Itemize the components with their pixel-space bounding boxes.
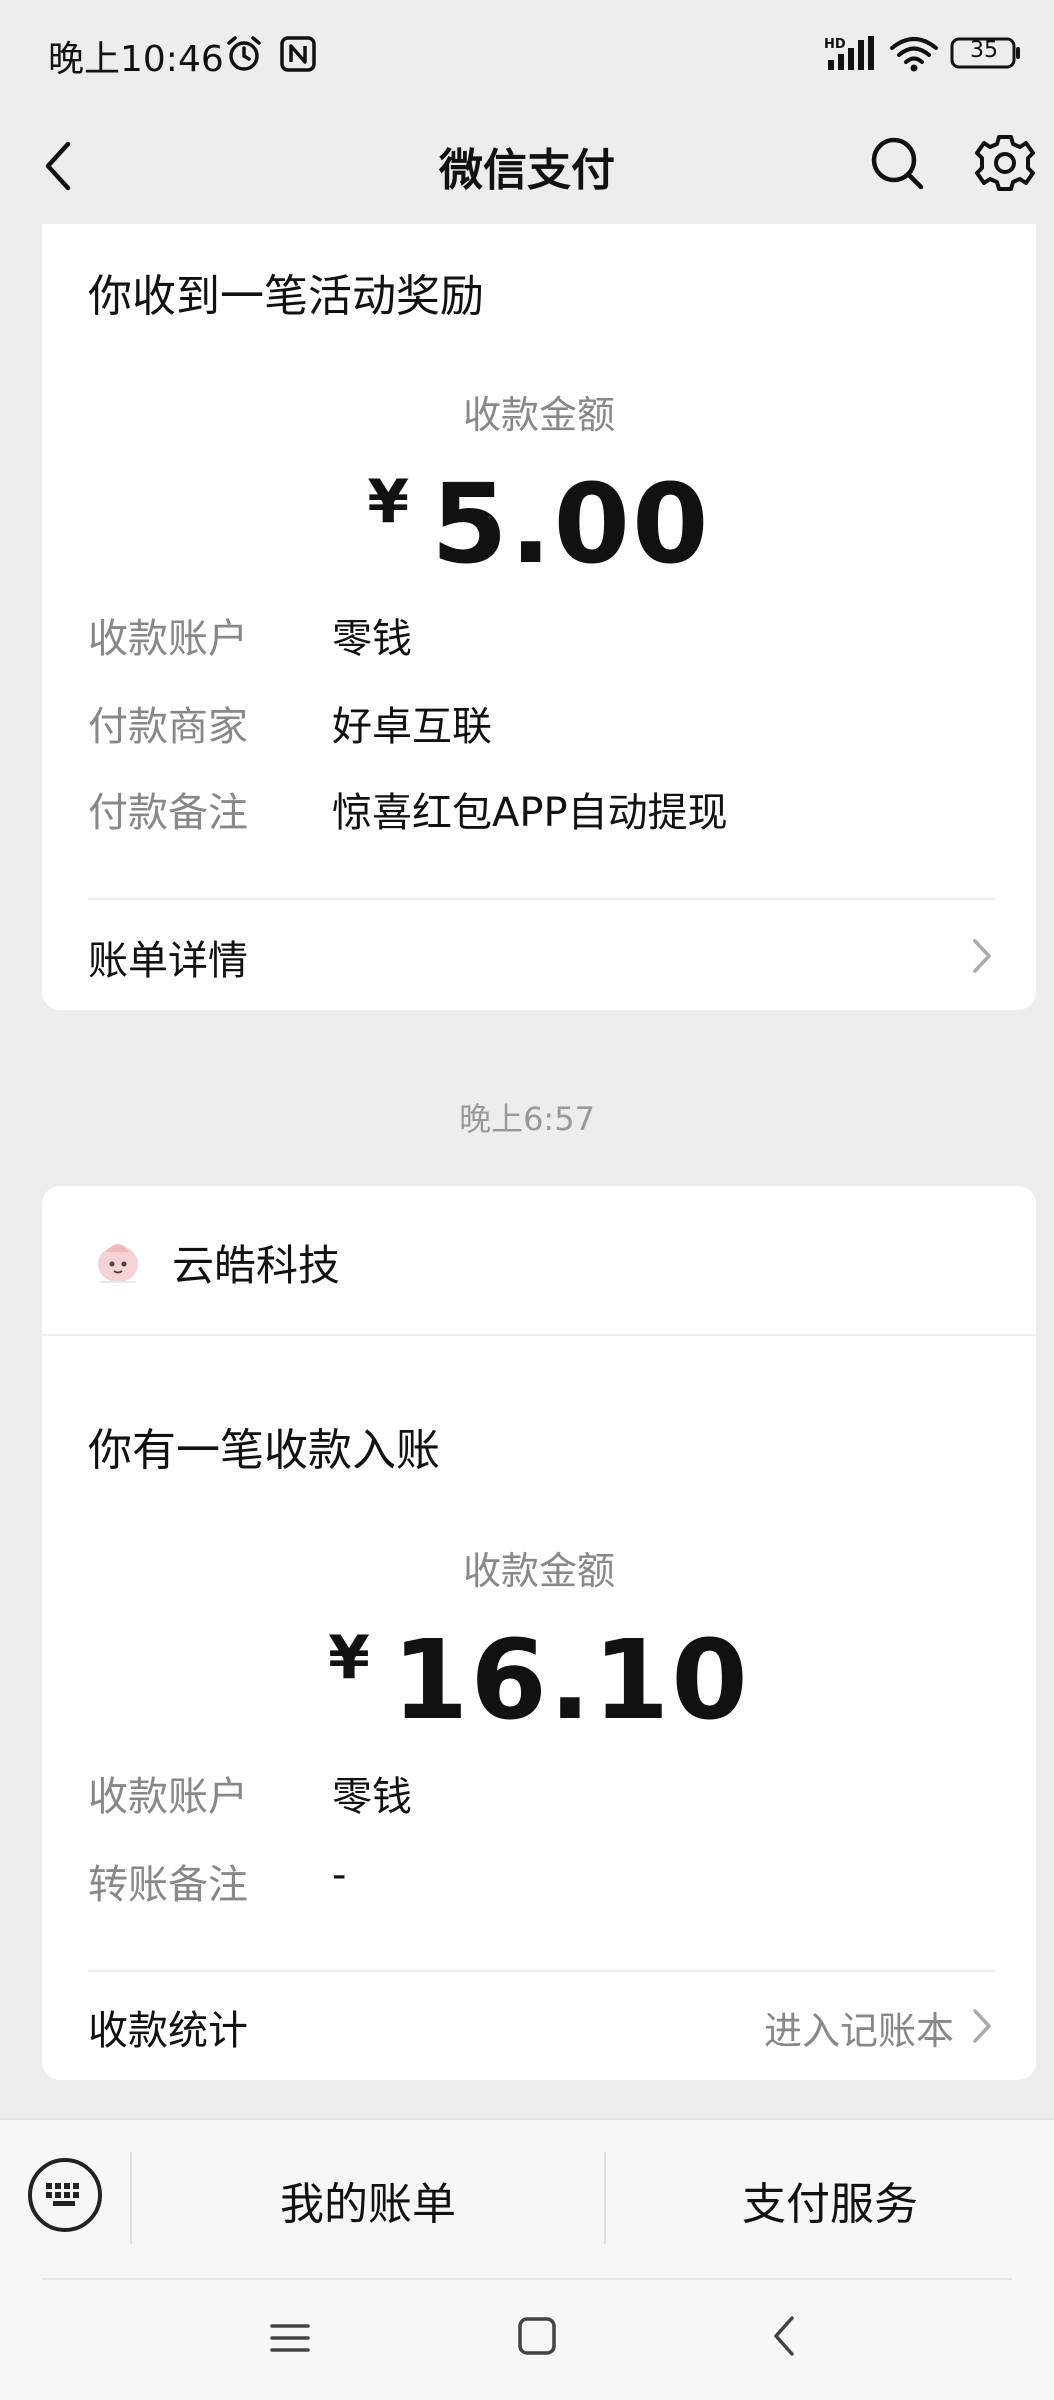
row-label-note: 付款备注	[88, 790, 248, 836]
amount-label: 收款金额	[462, 393, 615, 437]
nav-bar: 微信支付	[0, 108, 1054, 224]
svg-text:HD: HD	[824, 37, 846, 52]
row-label-account: 收款账户	[88, 1774, 248, 1820]
row-label-account: 收款账户	[88, 616, 248, 662]
merchant-header[interactable]: 云皓科技	[42, 1186, 1036, 1336]
battery-level: 35	[970, 38, 998, 63]
nfc-icon	[280, 36, 316, 72]
alarm-icon	[227, 36, 261, 71]
row-value-transfer-note: -	[332, 1852, 347, 1898]
amount-label: 收款金额	[462, 1549, 615, 1593]
currency-symbol: ¥	[367, 467, 410, 537]
row-value-account: 零钱	[332, 616, 412, 662]
signal-icon: HD	[824, 36, 874, 70]
bill-details-label: 账单详情	[88, 938, 248, 984]
my-bills-button[interactable]: 我的账单	[132, 2168, 604, 2232]
pay-services-button[interactable]: 支付服务	[606, 2168, 1054, 2232]
amount-number: 16.10	[391, 1616, 750, 1744]
status-time: 晚上10:46	[48, 39, 224, 80]
row-value-account: 零钱	[332, 1774, 412, 1820]
keyboard-toggle-button[interactable]	[28, 2158, 102, 2232]
keyboard-icon	[46, 2183, 79, 2206]
system-back-icon[interactable]	[770, 2312, 798, 2360]
ledger-link-text: 进入记账本	[763, 2009, 954, 2053]
merchant-avatar	[88, 1230, 148, 1290]
receipt-stats-link[interactable]: 收款统计 进入记账本	[42, 1972, 1036, 2080]
row-value-merchant: 好卓互联	[332, 704, 492, 750]
merchant-name: 云皓科技	[172, 1241, 341, 1290]
currency-symbol: ¥	[328, 1623, 370, 1693]
system-nav-bar	[0, 2278, 1054, 2400]
status-bar: 晚上10:46 HD 35	[0, 0, 1054, 108]
row-value-note: 惊喜红包APP自动提现	[332, 790, 728, 836]
bill-details-link[interactable]: 账单详情	[42, 900, 1036, 1010]
message-timestamp: 晚上6:57	[459, 1100, 595, 1138]
reward-card: 你收到一笔活动奖励 收款金额 ¥5.00 收款账户 零钱 付款商家 好卓互联 付…	[42, 224, 1036, 1010]
bottom-menu-bar: 我的账单 支付服务	[0, 2118, 1054, 2278]
wifi-icon	[890, 37, 938, 72]
chevron-right-icon	[973, 939, 991, 973]
divider	[42, 2278, 1012, 2280]
amount-value: ¥16.10	[42, 1616, 1036, 1744]
row-label-transfer-note: 转账备注	[88, 1862, 248, 1908]
row-label-merchant: 付款商家	[88, 704, 248, 750]
receipt-stats-label: 收款统计	[88, 2008, 248, 2054]
card-heading: 你有一笔收款入账	[88, 1425, 440, 1476]
home-icon[interactable]	[516, 2314, 558, 2358]
amount-number: 5.00	[431, 460, 711, 588]
chevron-right-icon	[973, 2009, 991, 2043]
recents-menu-icon[interactable]	[268, 2316, 312, 2360]
card-heading: 你收到一笔活动奖励	[88, 271, 484, 322]
payment-received-card: 云皓科技 你有一笔收款入账 收款金额 ¥16.10 收款账户 零钱 转账备注 -…	[42, 1186, 1036, 2080]
amount-value: ¥5.00	[42, 460, 1036, 588]
settings-icon[interactable]	[974, 130, 1036, 196]
search-icon[interactable]	[868, 130, 926, 196]
